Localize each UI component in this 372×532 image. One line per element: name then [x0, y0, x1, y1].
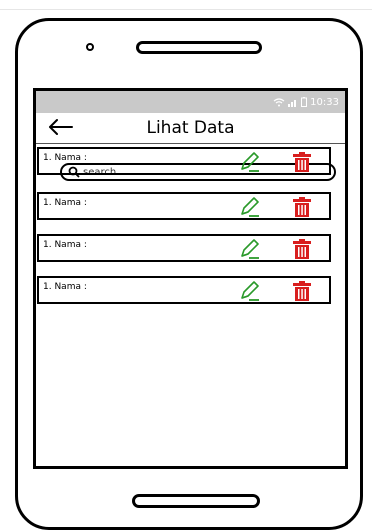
app-header: Lihat Data: [36, 113, 345, 144]
pencil-icon: [241, 152, 259, 172]
delete-button[interactable]: [293, 281, 311, 301]
edit-button[interactable]: [239, 151, 261, 173]
item-label: 1. Nama :: [43, 153, 87, 163]
status-bar: 10:33: [36, 91, 345, 113]
delete-button[interactable]: [293, 152, 311, 172]
signal-icon: [288, 98, 298, 107]
camera-dot: [86, 43, 94, 51]
item-label: 1. Nama :: [43, 240, 87, 250]
pencil-icon: [241, 281, 259, 301]
trash-icon: [293, 281, 311, 301]
list-item: 1. Nama :: [37, 192, 331, 220]
pencil-icon: [241, 197, 259, 217]
trash-icon: [293, 197, 311, 217]
home-button[interactable]: [132, 494, 260, 508]
edit-button[interactable]: [239, 280, 261, 302]
wifi-icon: [273, 97, 285, 107]
item-label: 1. Nama :: [43, 198, 87, 208]
status-time: 10:33: [310, 96, 339, 108]
battery-icon: [301, 97, 308, 107]
list-item: 1. Nama :: [37, 147, 331, 175]
page-title: Lihat Data: [146, 118, 235, 138]
list-item: 1. Nama :: [37, 234, 331, 262]
top-divider: [0, 9, 372, 10]
delete-button[interactable]: [293, 239, 311, 259]
list-item: 1. Nama :: [37, 276, 331, 304]
trash-icon: [293, 239, 311, 259]
edit-button[interactable]: [239, 238, 261, 260]
speaker-slot: [136, 41, 262, 54]
phone-frame: 10:33 Lihat Data 1. Nama :: [15, 18, 363, 530]
pencil-icon: [241, 239, 259, 259]
trash-icon: [293, 152, 311, 172]
delete-button[interactable]: [293, 197, 311, 217]
item-label: 1. Nama :: [43, 282, 87, 292]
edit-button[interactable]: [239, 196, 261, 218]
